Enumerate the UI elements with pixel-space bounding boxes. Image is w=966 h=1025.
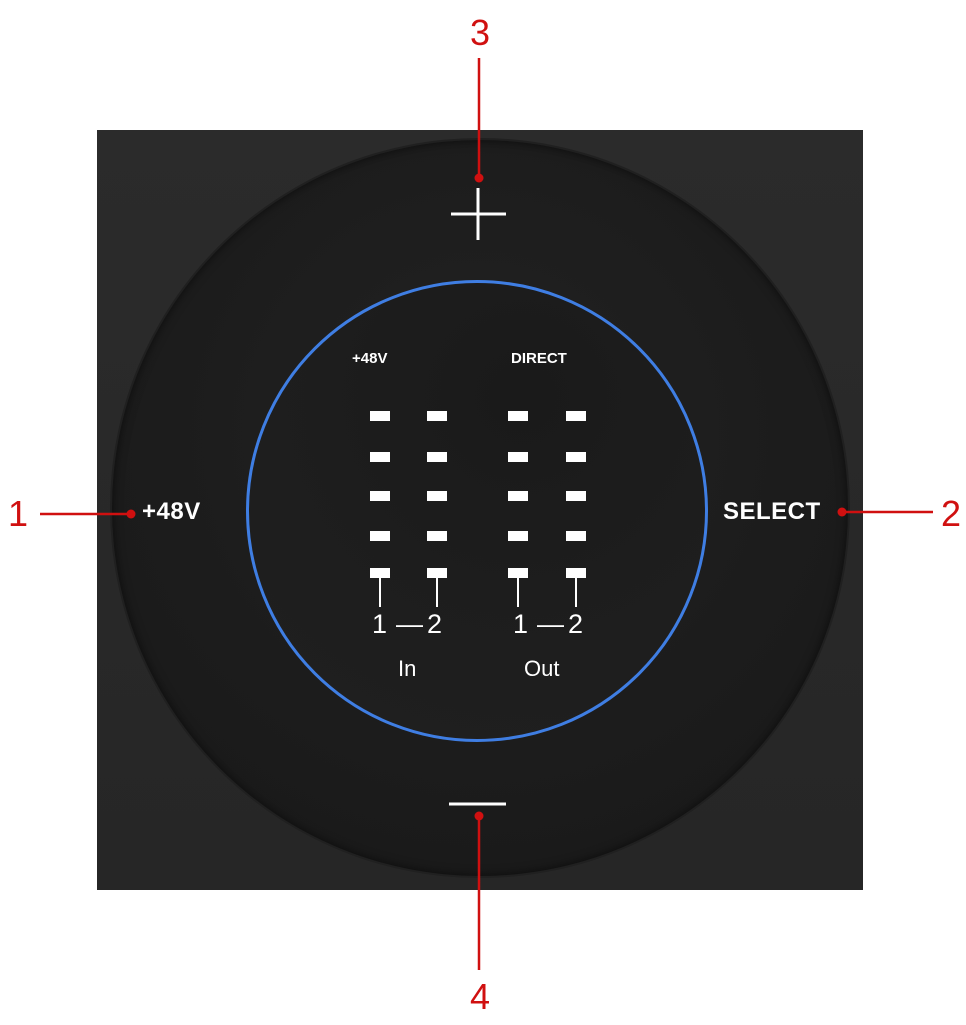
level-meters — [370, 411, 586, 607]
plus-icon[interactable] — [451, 188, 506, 240]
callout-1 — [40, 509, 136, 519]
meter-segment-output-2-3 — [566, 491, 586, 501]
meter-segment-input-1-5 — [370, 568, 390, 578]
meter-segment-output-2-2 — [566, 452, 586, 462]
diagram-overlay — [40, 58, 933, 970]
meter-segment-output-2-4 — [566, 531, 586, 541]
meter-segment-input-2-3 — [427, 491, 447, 501]
meter-segment-output-1-5 — [508, 568, 528, 578]
meter-segment-input-2-2 — [427, 452, 447, 462]
meter-segment-input-1-2 — [370, 452, 390, 462]
meter-segment-input-1-1 — [370, 411, 390, 421]
meter-segment-input-2-5 — [427, 568, 447, 578]
meter-segment-input-2-4 — [427, 531, 447, 541]
meter-segment-output-1-2 — [508, 452, 528, 462]
callout-4 — [474, 811, 484, 970]
meter-segment-output-1-1 — [508, 411, 528, 421]
meter-segment-input-1-3 — [370, 491, 390, 501]
meter-segment-output-2-5 — [566, 568, 586, 578]
callout-3 — [474, 58, 484, 183]
meter-segment-input-2-1 — [427, 411, 447, 421]
callout-2 — [837, 507, 933, 517]
meter-segment-input-1-4 — [370, 531, 390, 541]
meter-segment-output-2-1 — [566, 411, 586, 421]
meter-segment-output-1-4 — [508, 531, 528, 541]
meter-segment-output-1-3 — [508, 491, 528, 501]
